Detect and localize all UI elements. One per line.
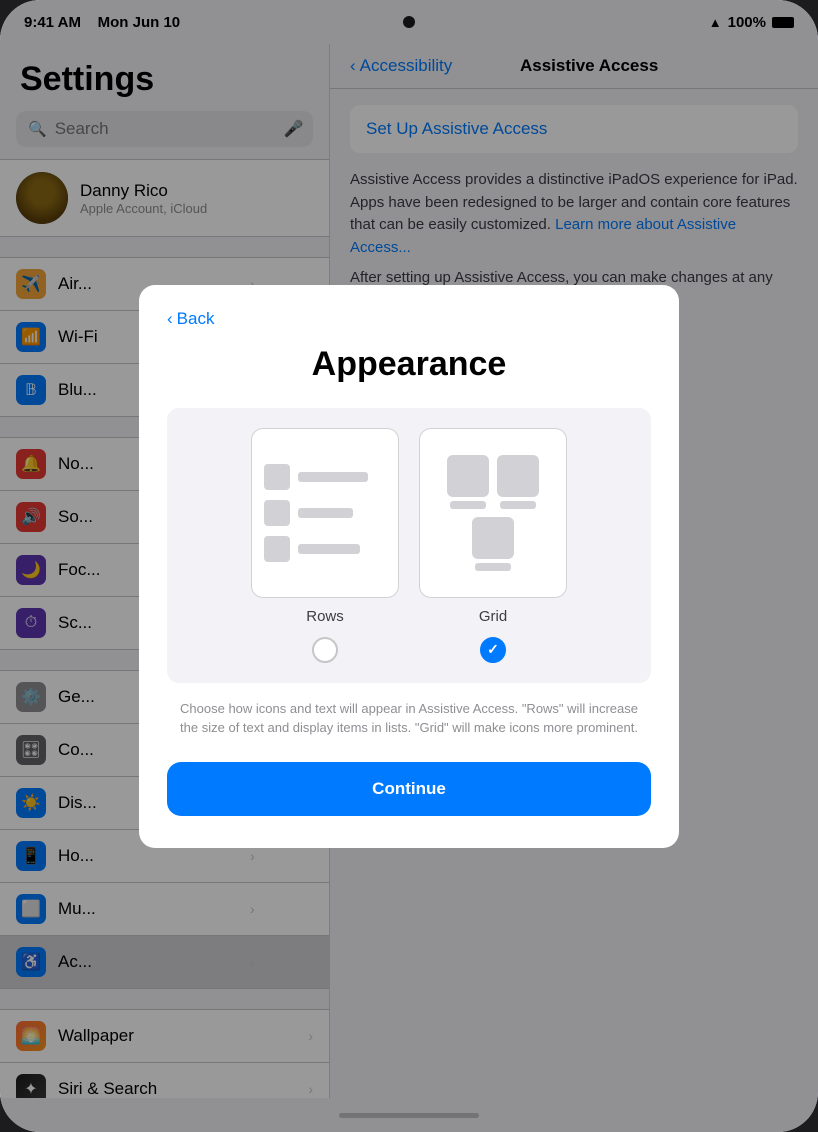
- grid-item-2: [497, 455, 539, 509]
- ipad-frame: 9:41 AM Mon Jun 10 ▲ 100% Settings 🔍 🎤: [0, 0, 818, 1132]
- rows-preview: [251, 428, 399, 598]
- rows-square-icon: [264, 536, 290, 562]
- grid-radio[interactable]: ✓: [480, 637, 506, 663]
- grid-square: [472, 517, 514, 559]
- modal-title: Appearance: [167, 345, 651, 384]
- grid-label: [450, 501, 486, 509]
- rows-label: Rows: [306, 608, 344, 625]
- rows-item-1: [264, 464, 386, 490]
- help-text: Choose how icons and text will appear in…: [167, 699, 651, 738]
- modal-overlay: ‹ Back Appearance: [0, 0, 818, 1132]
- rows-line: [298, 508, 353, 518]
- checkmark-icon: ✓: [487, 641, 499, 658]
- rows-line: [298, 544, 360, 554]
- rows-item-2: [264, 500, 386, 526]
- grid-item-3: [472, 517, 514, 571]
- modal-back-label: Back: [177, 309, 215, 329]
- grid-label: [475, 563, 511, 571]
- grid-square: [447, 455, 489, 497]
- grid-preview: [419, 428, 567, 598]
- rows-line: [298, 472, 368, 482]
- grid-label: Grid: [479, 608, 507, 625]
- rows-square-icon: [264, 464, 290, 490]
- grid-square: [497, 455, 539, 497]
- continue-button[interactable]: Continue: [167, 762, 651, 816]
- rows-option: Rows: [251, 428, 399, 663]
- grid-row-2: [432, 517, 554, 571]
- modal: ‹ Back Appearance: [139, 285, 679, 848]
- rows-square-icon: [264, 500, 290, 526]
- modal-back-button[interactable]: ‹ Back: [167, 309, 651, 329]
- grid-row-1: [432, 455, 554, 509]
- rows-radio[interactable]: [312, 637, 338, 663]
- grid-label: [500, 501, 536, 509]
- grid-item-1: [447, 455, 489, 509]
- grid-option: Grid ✓: [419, 428, 567, 663]
- rows-item-3: [264, 536, 386, 562]
- modal-back-chevron-icon: ‹: [167, 309, 173, 329]
- options-area: Rows: [167, 408, 651, 683]
